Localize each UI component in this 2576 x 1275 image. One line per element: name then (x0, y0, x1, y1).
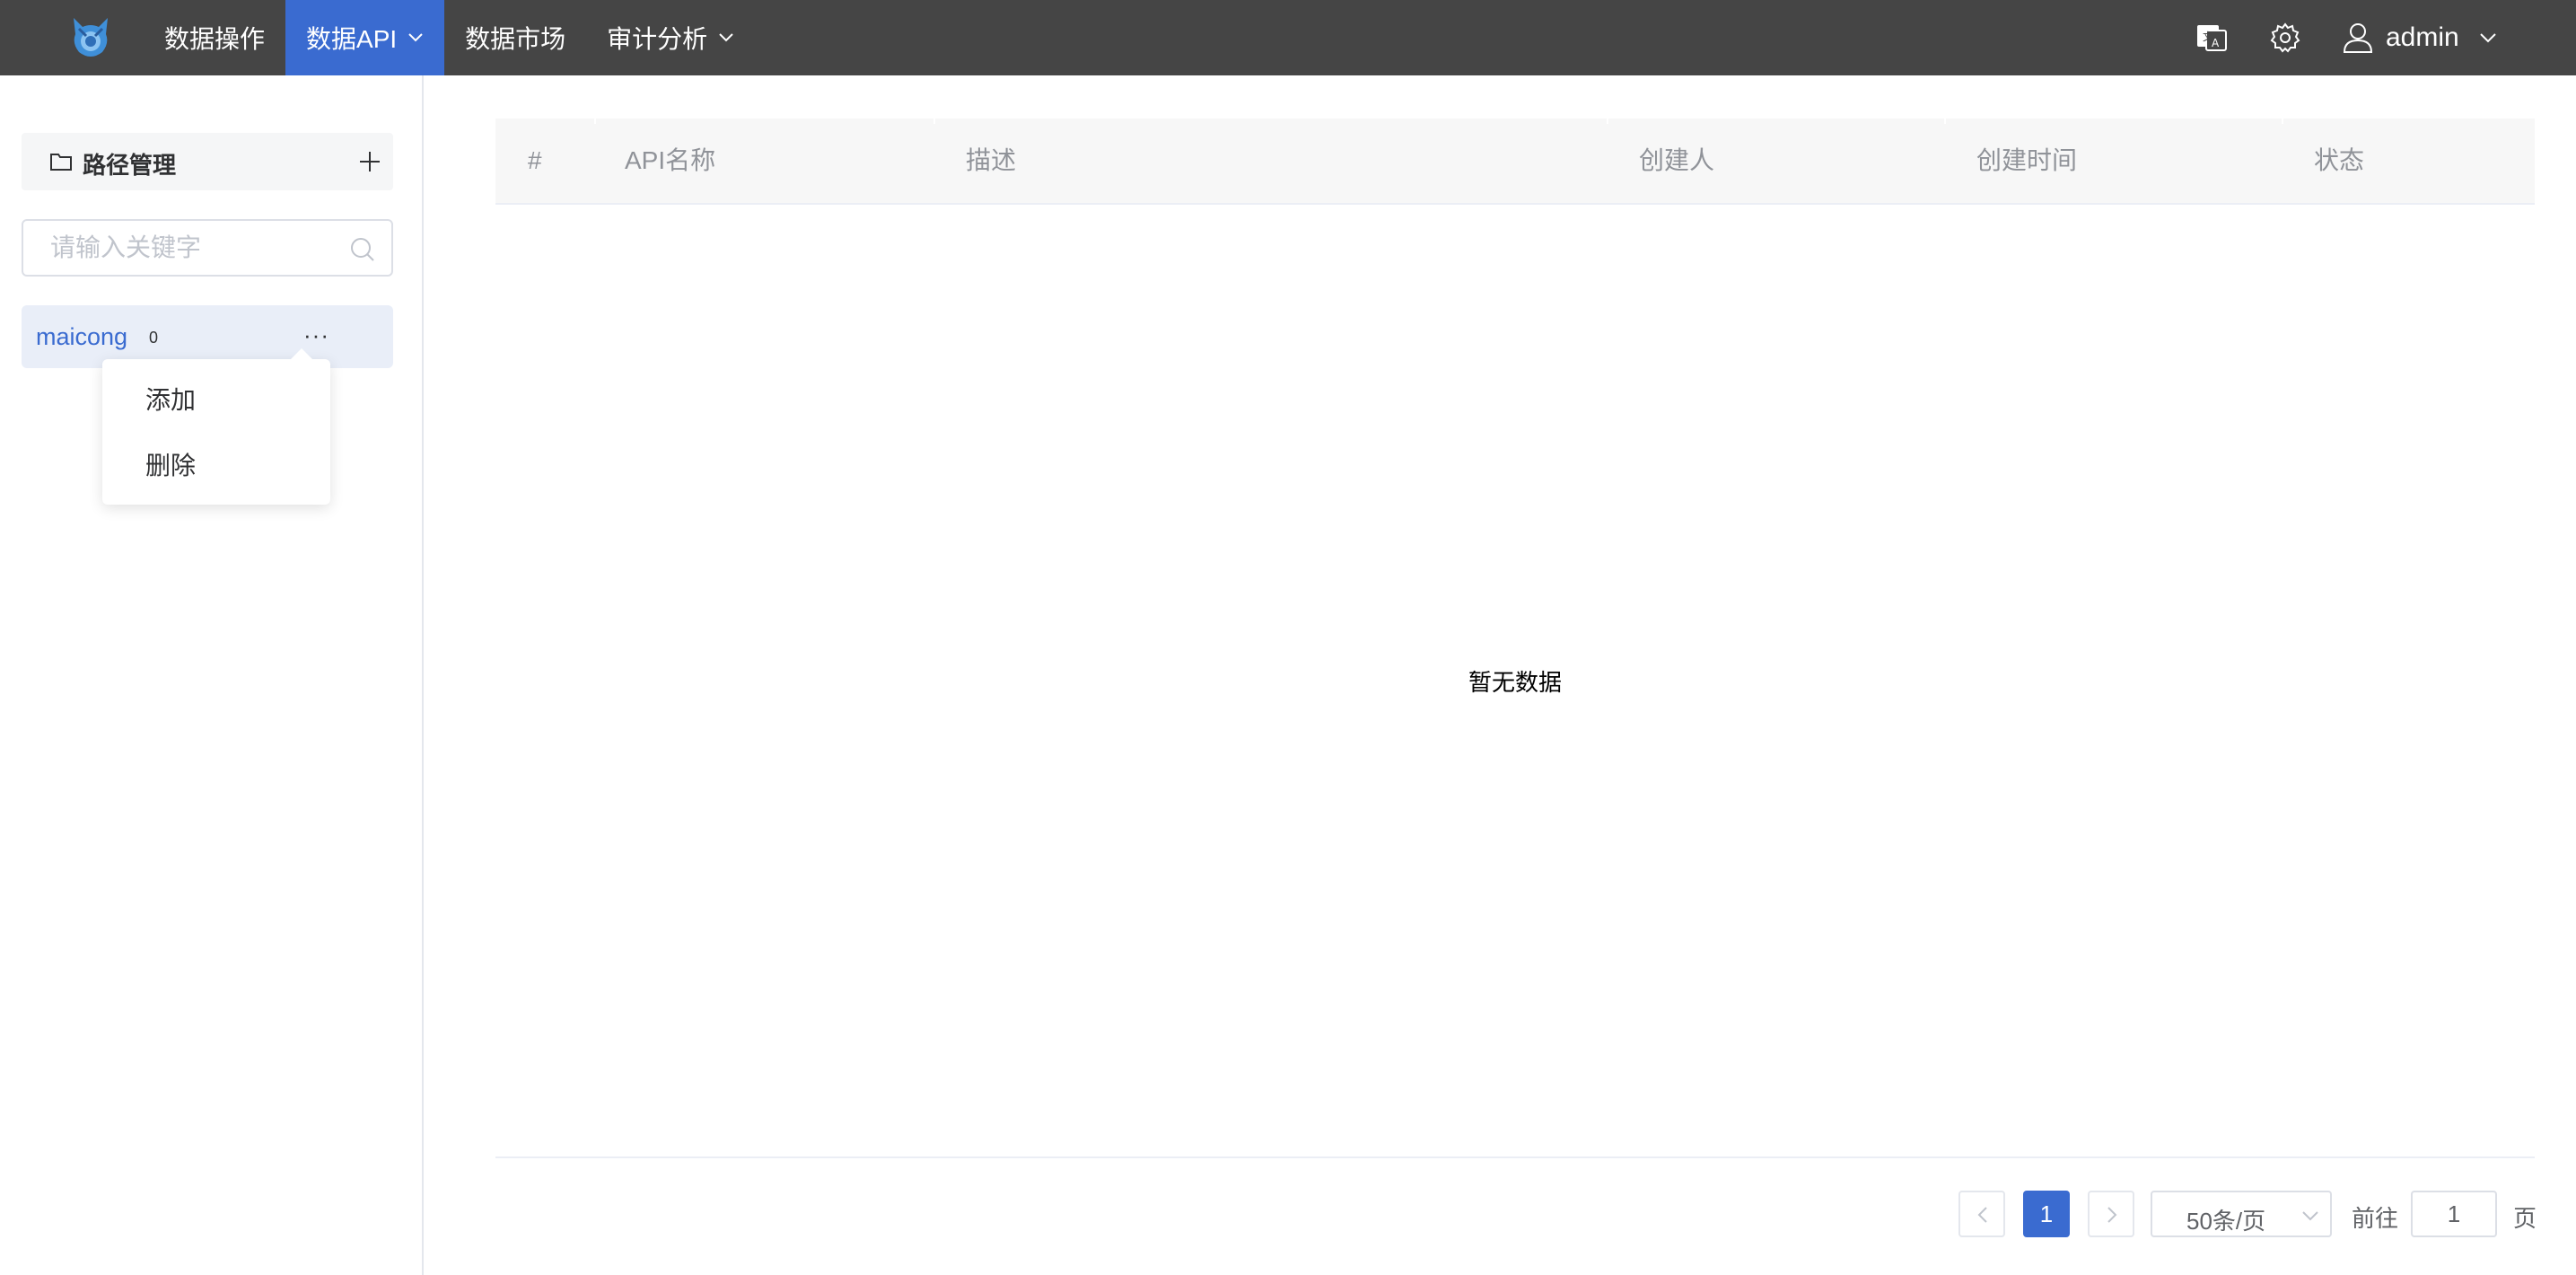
column-divider (1944, 119, 1946, 124)
user-icon (2343, 23, 2373, 53)
column-header-description: 描述 (966, 146, 1017, 174)
user-menu[interactable]: admin (2343, 0, 2504, 75)
svg-text:A: A (2212, 37, 2220, 49)
path-management-header: 路径管理 (22, 133, 393, 190)
nav-data-market[interactable]: 数据市场 (444, 0, 586, 75)
top-navbar: 数据操作 数据API 数据市场 审计分析 文 A admin (0, 0, 2576, 75)
popup-arrow (291, 348, 312, 359)
chevron-left-icon (1977, 1207, 1987, 1223)
folder-icon (50, 154, 72, 171)
plus-icon[interactable] (359, 151, 381, 172)
chevron-down-icon (408, 33, 423, 42)
nav-audit-analysis[interactable]: 审计分析 (586, 0, 755, 75)
goto-suffix: 页 (2513, 1205, 2537, 1232)
nav-label: 数据操作 (164, 25, 266, 53)
tree-node-count: 0 (149, 329, 159, 347)
search-input[interactable] (50, 232, 346, 264)
column-divider (2282, 119, 2283, 124)
main-nav: 数据操作 数据API 数据市场 审计分析 (144, 0, 755, 75)
column-divider (1607, 119, 1608, 124)
api-list-panel: # API名称 描述 创建人 创建时间 状态 暂无数据 (425, 75, 2576, 1275)
next-page-button[interactable] (2088, 1191, 2134, 1237)
goto-label: 前往 (2352, 1205, 2399, 1232)
table-bottom-border (495, 1156, 2535, 1158)
more-icon[interactable]: ··· (303, 321, 329, 349)
sidebar-title: 路径管理 (83, 152, 177, 179)
column-divider (933, 119, 935, 124)
page-size-select[interactable]: 50条/页 (2151, 1191, 2332, 1237)
column-header-created-time: 创建时间 (1976, 146, 2078, 174)
path-sidebar: 路径管理 maicong 0 ··· (0, 75, 424, 1275)
chevron-down-icon (2302, 1211, 2318, 1221)
chevron-right-icon (2107, 1207, 2117, 1223)
page-size-value: 50条/页 (2186, 1208, 2266, 1235)
search-icon[interactable] (350, 237, 375, 262)
column-header-creator: 创建人 (1639, 146, 1715, 174)
translate-icon[interactable]: 文 A (2195, 22, 2228, 54)
goto-page-input[interactable]: 1 (2411, 1191, 2497, 1237)
nav-label: 数据市场 (465, 25, 566, 53)
gear-icon[interactable] (2269, 22, 2301, 54)
chevron-down-icon (2480, 33, 2496, 43)
nav-data-operation[interactable]: 数据操作 (144, 0, 285, 75)
prev-page-button[interactable] (1958, 1191, 2005, 1237)
nav-data-api[interactable]: 数据API (285, 0, 445, 75)
chevron-down-icon (719, 33, 733, 42)
page-number-current[interactable]: 1 (2023, 1191, 2070, 1237)
column-divider (594, 119, 596, 124)
tree-node-label: maicong (36, 323, 128, 350)
popup-add-item[interactable]: 添加 (145, 381, 196, 417)
nav-label: 数据API (306, 25, 398, 53)
username: admin (2386, 22, 2459, 52)
column-header-status: 状态 (2314, 146, 2365, 174)
column-header-api-name: API名称 (625, 146, 716, 174)
column-header-index: # (528, 146, 542, 174)
keyword-search (22, 219, 393, 277)
popup-delete-item[interactable]: 删除 (145, 446, 196, 482)
table-header: # API名称 描述 创建人 创建时间 状态 (495, 119, 2535, 205)
nav-label: 审计分析 (607, 25, 708, 53)
empty-table-text: 暂无数据 (1468, 669, 1563, 696)
app-logo-icon[interactable] (70, 16, 111, 59)
node-action-popup: 添加 删除 (102, 348, 330, 505)
